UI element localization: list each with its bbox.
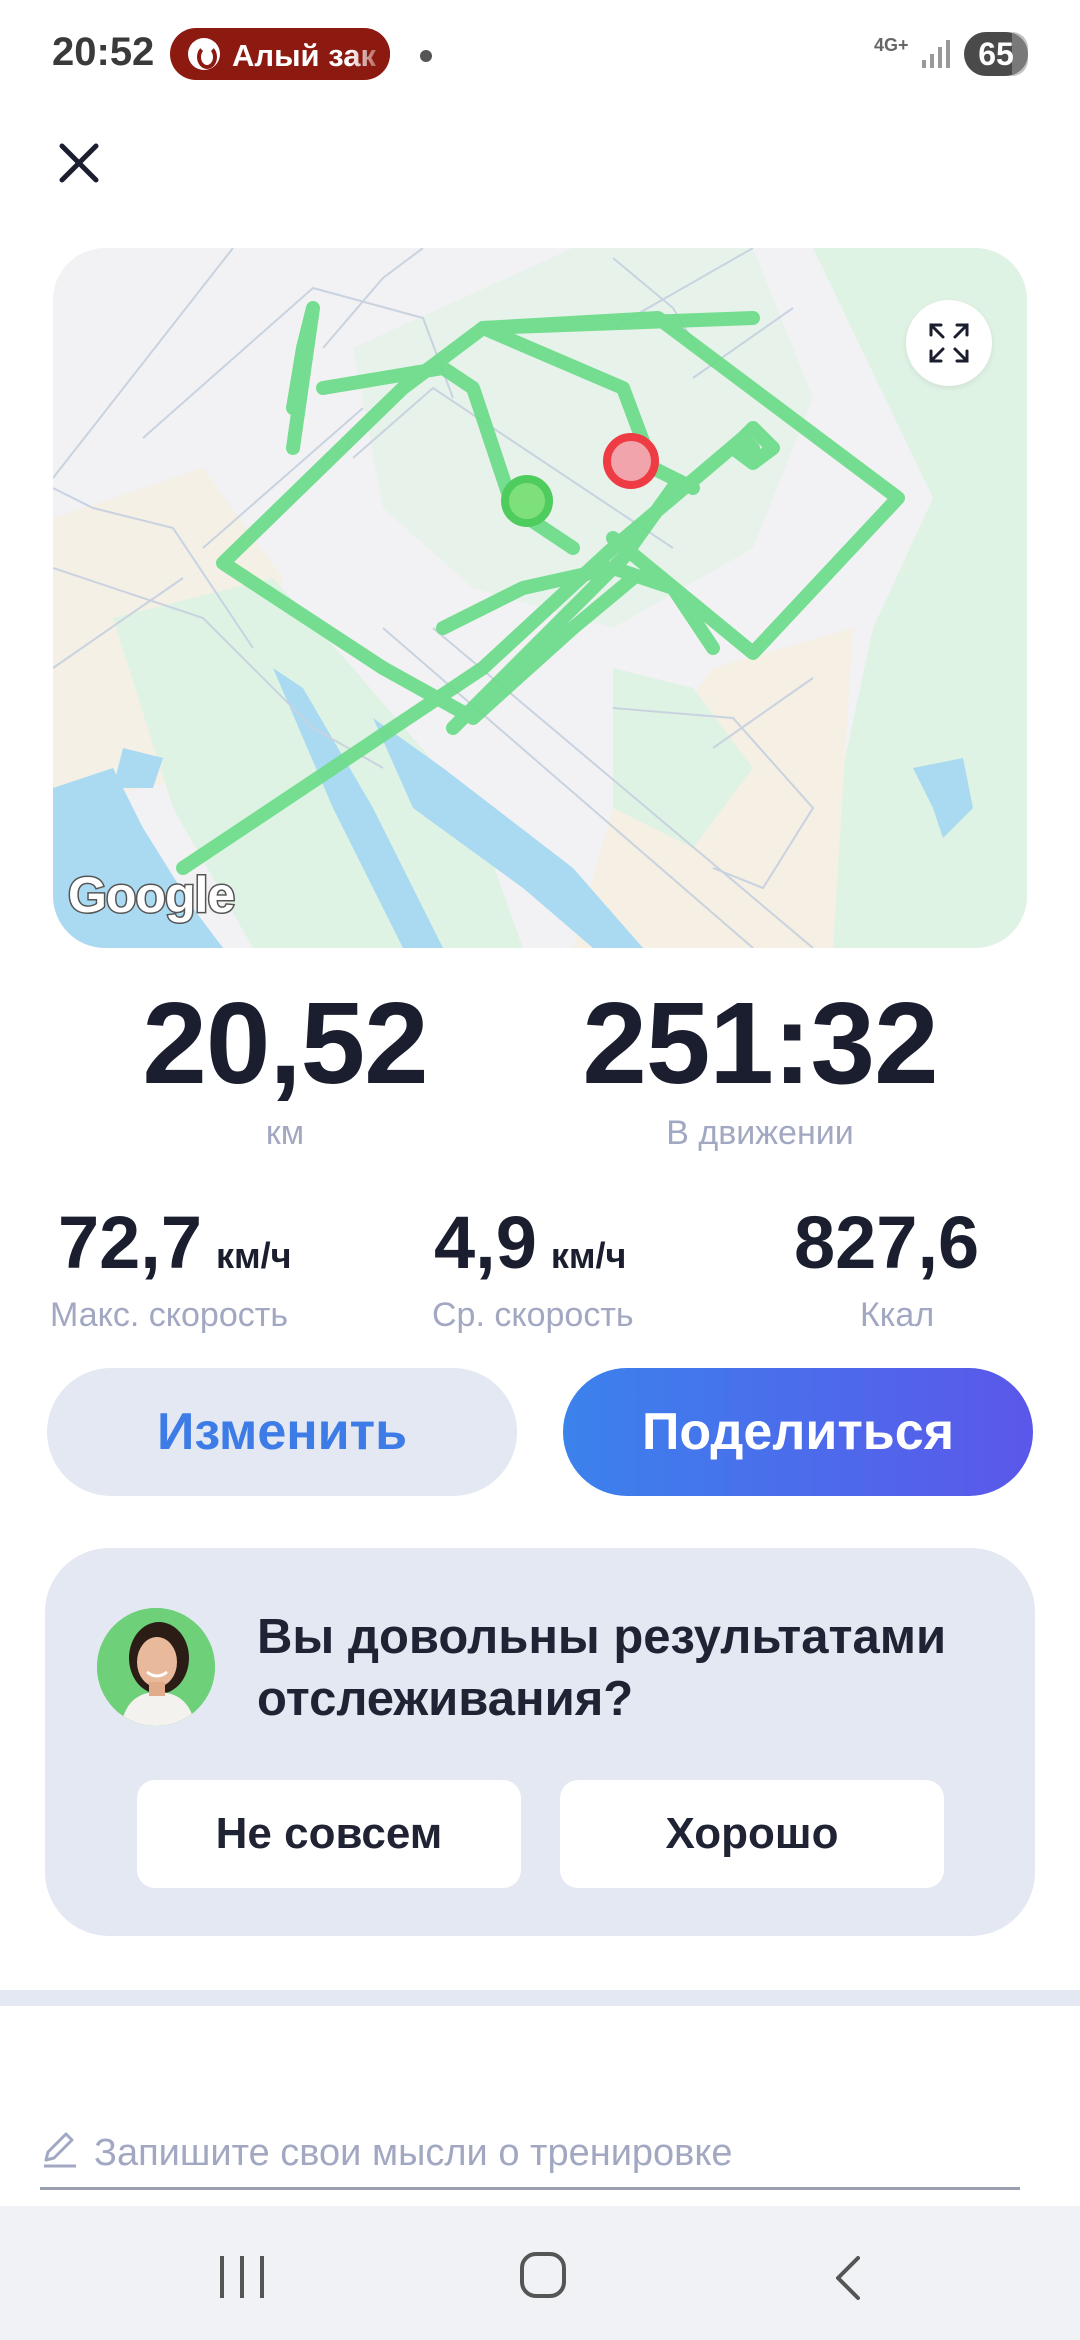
expand-icon	[929, 323, 969, 363]
feedback-card: Вы довольны результатами отслеживания? Н…	[45, 1548, 1035, 1936]
recents-icon[interactable]	[218, 2256, 266, 2298]
workout-notes-input[interactable]: Запишите свои мысли о тренировке	[40, 2120, 1020, 2190]
feedback-question: Вы довольны результатами отслеживания?	[257, 1610, 947, 1726]
calories-stat: 827,6	[794, 1200, 979, 1285]
max-speed-label: Макс. скорость	[50, 1296, 289, 1334]
avg-speed-value: 4,9	[434, 1201, 537, 1284]
share-button[interactable]: Поделиться	[563, 1368, 1033, 1496]
back-icon[interactable]	[828, 2254, 868, 2302]
route-map[interactable]	[53, 248, 1027, 948]
notes-placeholder: Запишите свои мысли о тренировке	[94, 2132, 733, 2174]
moving-time-value: 251:32	[582, 978, 938, 1108]
max-speed-unit: км/ч	[216, 1235, 292, 1276]
distance-label: км	[265, 1114, 305, 1152]
pencil-icon	[44, 2132, 76, 2168]
media-notification-pill[interactable]: Алый зак	[170, 28, 390, 80]
notification-dot-icon	[420, 50, 432, 62]
avg-speed-stat: 4,9 км/ч	[434, 1200, 626, 1285]
feedback-not-really-button[interactable]: Не совсем	[137, 1780, 521, 1888]
edit-button[interactable]: Изменить	[47, 1368, 517, 1496]
expand-map-button[interactable]	[906, 300, 992, 386]
calories-label: Ккал	[860, 1296, 935, 1334]
system-nav-bar	[0, 2206, 1080, 2340]
map-canvas	[53, 248, 1027, 948]
distance-value: 20,52	[142, 978, 428, 1108]
max-speed-value: 72,7	[58, 1201, 203, 1284]
battery-icon: 65	[964, 32, 1028, 76]
avg-speed-unit: км/ч	[550, 1235, 627, 1276]
avatar	[97, 1608, 215, 1726]
section-divider	[0, 1990, 1080, 2006]
google-attribution: Google	[66, 866, 236, 925]
battery-level: 65	[978, 36, 1014, 72]
signal-icon	[922, 40, 950, 68]
moving-time-label: В движении	[666, 1114, 854, 1152]
status-time: 20:52	[52, 30, 155, 74]
max-speed-stat: 72,7 км/ч	[58, 1200, 292, 1285]
calories-value: 827,6	[794, 1201, 980, 1284]
network-type: 4G+	[874, 35, 909, 55]
close-icon[interactable]	[44, 128, 114, 198]
music-note-icon	[188, 38, 220, 70]
home-icon[interactable]	[520, 2252, 566, 2298]
status-bar: 20:52 Алый зак 4G+ 65	[0, 0, 1080, 110]
feedback-good-button[interactable]: Хорошо	[560, 1780, 944, 1888]
avg-speed-label: Ср. скорость	[432, 1296, 634, 1334]
